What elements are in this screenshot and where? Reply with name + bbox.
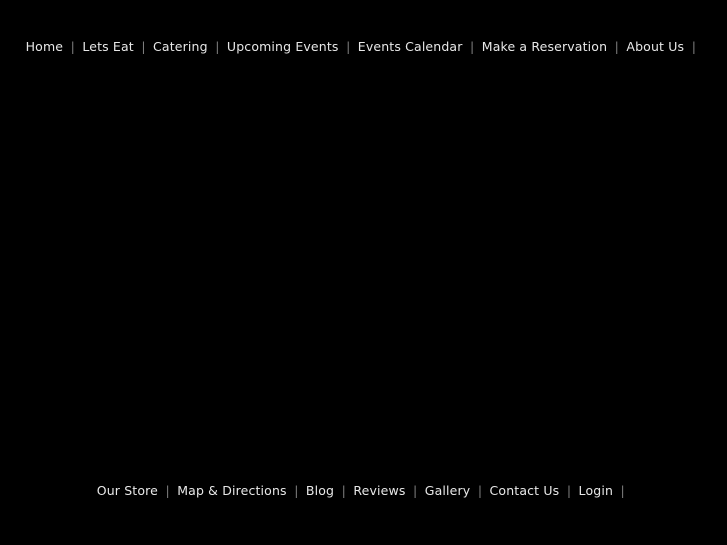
top-nav-item-lets-eat[interactable]: Lets Eat [81,36,134,58]
bottom-nav-separator: | [620,483,625,498]
top-nav-separator: | [691,39,696,54]
main-content-area [0,58,727,480]
top-nav-item-events-calendar[interactable]: Events Calendar [357,36,464,58]
top-nav-item-home[interactable]: Home [25,36,65,58]
bottom-nav-separator: | [165,483,170,498]
top-nav-item-upcoming-events[interactable]: Upcoming Events [226,36,340,58]
bottom-nav-item-contact-us[interactable]: Contact Us [489,480,561,502]
top-nav-separator: | [70,39,75,54]
bottom-nav-item-blog[interactable]: Blog [305,480,335,502]
top-navigation: Home | Lets Eat | Catering | Upcoming Events | E… [0,36,727,58]
bottom-nav-separator: | [413,483,418,498]
bottom-nav-item-gallery[interactable]: Gallery [424,480,472,502]
top-nav-separator: | [614,39,619,54]
page-root: Home | Lets Eat | Catering | Upcoming Events | E… [0,0,727,545]
top-nav-separator: | [141,39,146,54]
top-nav-item-catering[interactable]: Catering [152,36,209,58]
bottom-nav-separator: | [294,483,299,498]
top-nav-item-about-us[interactable]: About Us [625,36,685,58]
top-nav-separator: | [470,39,475,54]
bottom-navigation: Our Store | Map & Directions | Blog | Reviews |… [0,480,727,502]
bottom-nav-separator: | [477,483,483,498]
bottom-nav-item-reviews[interactable]: Reviews [352,480,406,502]
top-nav-separator: | [346,39,351,54]
bottom-nav-separator: | [566,483,572,498]
bottom-nav-item-our-store[interactable]: Our Store [96,480,159,502]
top-nav-item-make-a-reservation[interactable]: Make a Reservation [481,36,608,58]
bottom-nav-item-login[interactable]: Login [578,480,614,502]
bottom-nav-item-map-directions[interactable]: Map & Directions [176,480,287,502]
bottom-nav-separator: | [341,483,346,498]
top-nav-separator: | [215,39,220,54]
